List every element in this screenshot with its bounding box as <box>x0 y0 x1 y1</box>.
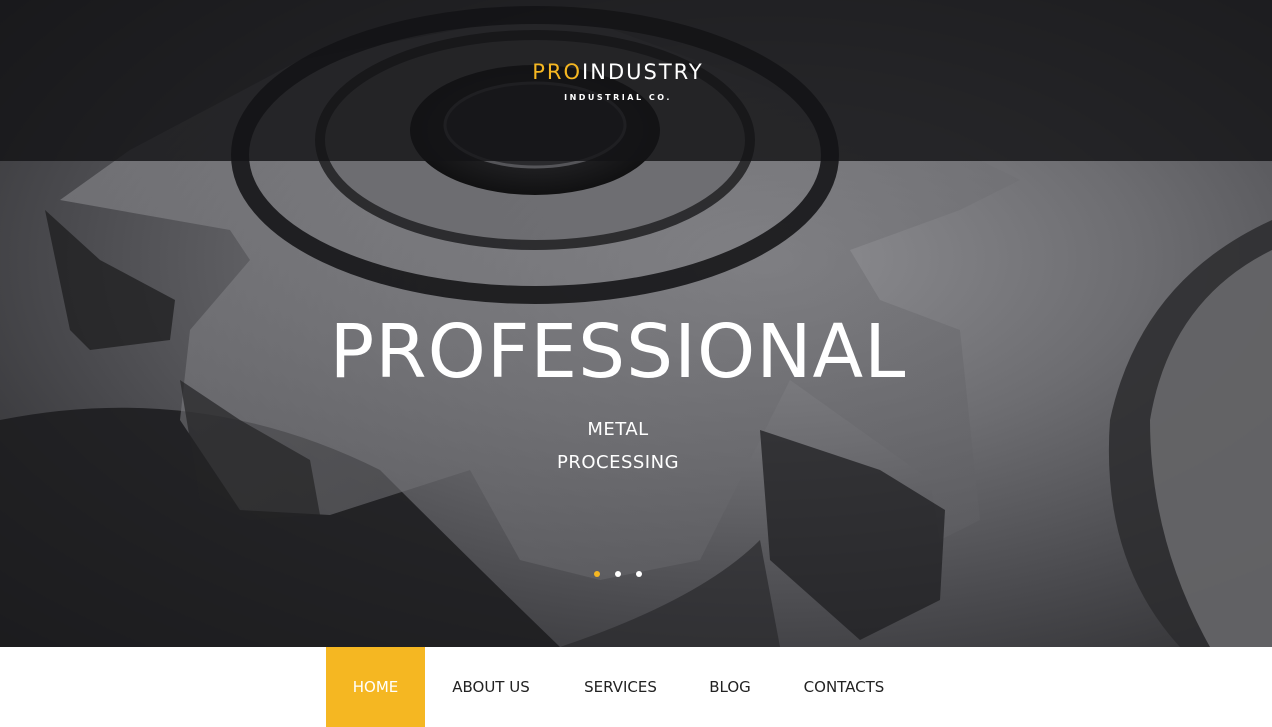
hero-subline-2: PROCESSING <box>556 452 680 473</box>
hero-slider: PROINDUSTRY INDUSTRIAL CO. PROFESSIONAL … <box>0 0 1272 647</box>
logo-subtitle: INDUSTRIAL CO. <box>564 93 672 102</box>
slider-dot-2[interactable] <box>615 571 621 577</box>
hero-headline: PROFESSIONAL <box>329 309 907 395</box>
slider-pagination <box>594 571 642 577</box>
logo-main-text: INDUSTRY <box>582 60 704 84</box>
site-logo[interactable]: PROINDUSTRY <box>0 60 1236 84</box>
nav-item-services[interactable]: SERVICES <box>566 647 675 727</box>
hero-subline-1: METAL <box>587 419 649 440</box>
nav-item-about-us[interactable]: ABOUT US <box>435 647 547 727</box>
nav-item-contacts[interactable]: CONTACTS <box>785 647 903 727</box>
slider-dot-1[interactable] <box>594 571 600 577</box>
nav-item-blog[interactable]: BLOG <box>694 647 766 727</box>
slider-dot-3[interactable] <box>636 571 642 577</box>
logo-accent-text: PRO <box>532 60 583 84</box>
nav-item-home[interactable]: HOME <box>326 647 425 727</box>
main-navigation: HOME ABOUT US SERVICES BLOG CONTACTS <box>0 647 1272 727</box>
